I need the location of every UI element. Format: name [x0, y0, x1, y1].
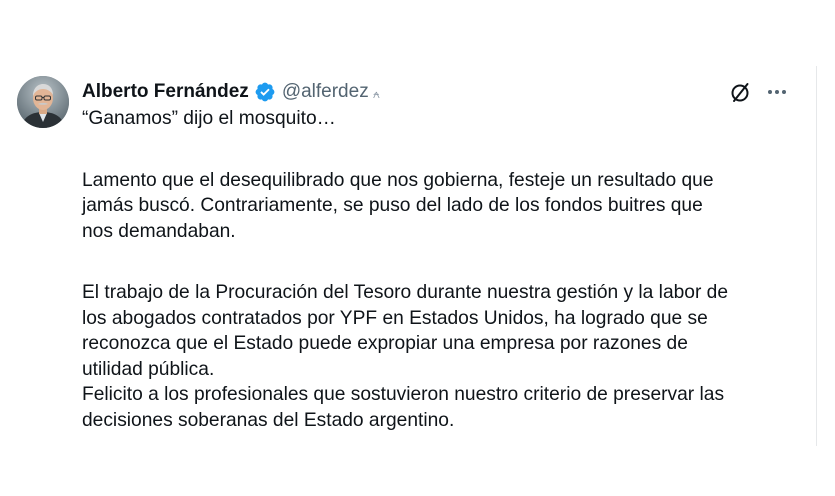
- tweet-line: “Ganamos” dijo el mosquito…: [82, 108, 336, 129]
- tweet-text: “Ganamos” dijo el mosquito… Lamento que …: [82, 106, 802, 433]
- verified-badge-icon: [254, 81, 276, 103]
- tweet-line: decisiones soberanas del Estado argentin…: [82, 409, 455, 431]
- tweet-line: Lamento que el desequilibrado que nos go…: [82, 169, 714, 191]
- avatar[interactable]: [17, 76, 69, 128]
- tweet-header: Alberto Fernández @alferdez ⍲: [82, 78, 380, 106]
- tweet-line: jamás buscó. Contrariamente, se puso del…: [82, 195, 703, 216]
- timeline-divider: [816, 66, 817, 446]
- tweet-line: nos demandaban.: [82, 220, 236, 242]
- tweet-actions: [728, 80, 788, 104]
- handle-mark: ⍲: [372, 86, 380, 101]
- tweet-line: El trabajo de la Procuración del Tesoro …: [82, 282, 729, 303]
- tweet-line: reconozca que el Estado puede expropiar …: [82, 333, 688, 354]
- tweet-line: los abogados contratados por YPF en Esta…: [82, 307, 708, 329]
- author-handle[interactable]: @alferdez: [282, 81, 369, 103]
- tweet-line: Felicito a los profesionales que sostuvi…: [82, 384, 725, 405]
- tweet-line: utilidad pública.: [82, 358, 215, 380]
- tweet-card: Alberto Fernández @alferdez ⍲ “Ganamos”: [0, 0, 835, 496]
- more-options-icon[interactable]: [766, 81, 788, 103]
- author-name[interactable]: Alberto Fernández: [82, 81, 249, 103]
- grok-icon[interactable]: [728, 80, 752, 104]
- profile-photo-icon: [17, 76, 69, 128]
